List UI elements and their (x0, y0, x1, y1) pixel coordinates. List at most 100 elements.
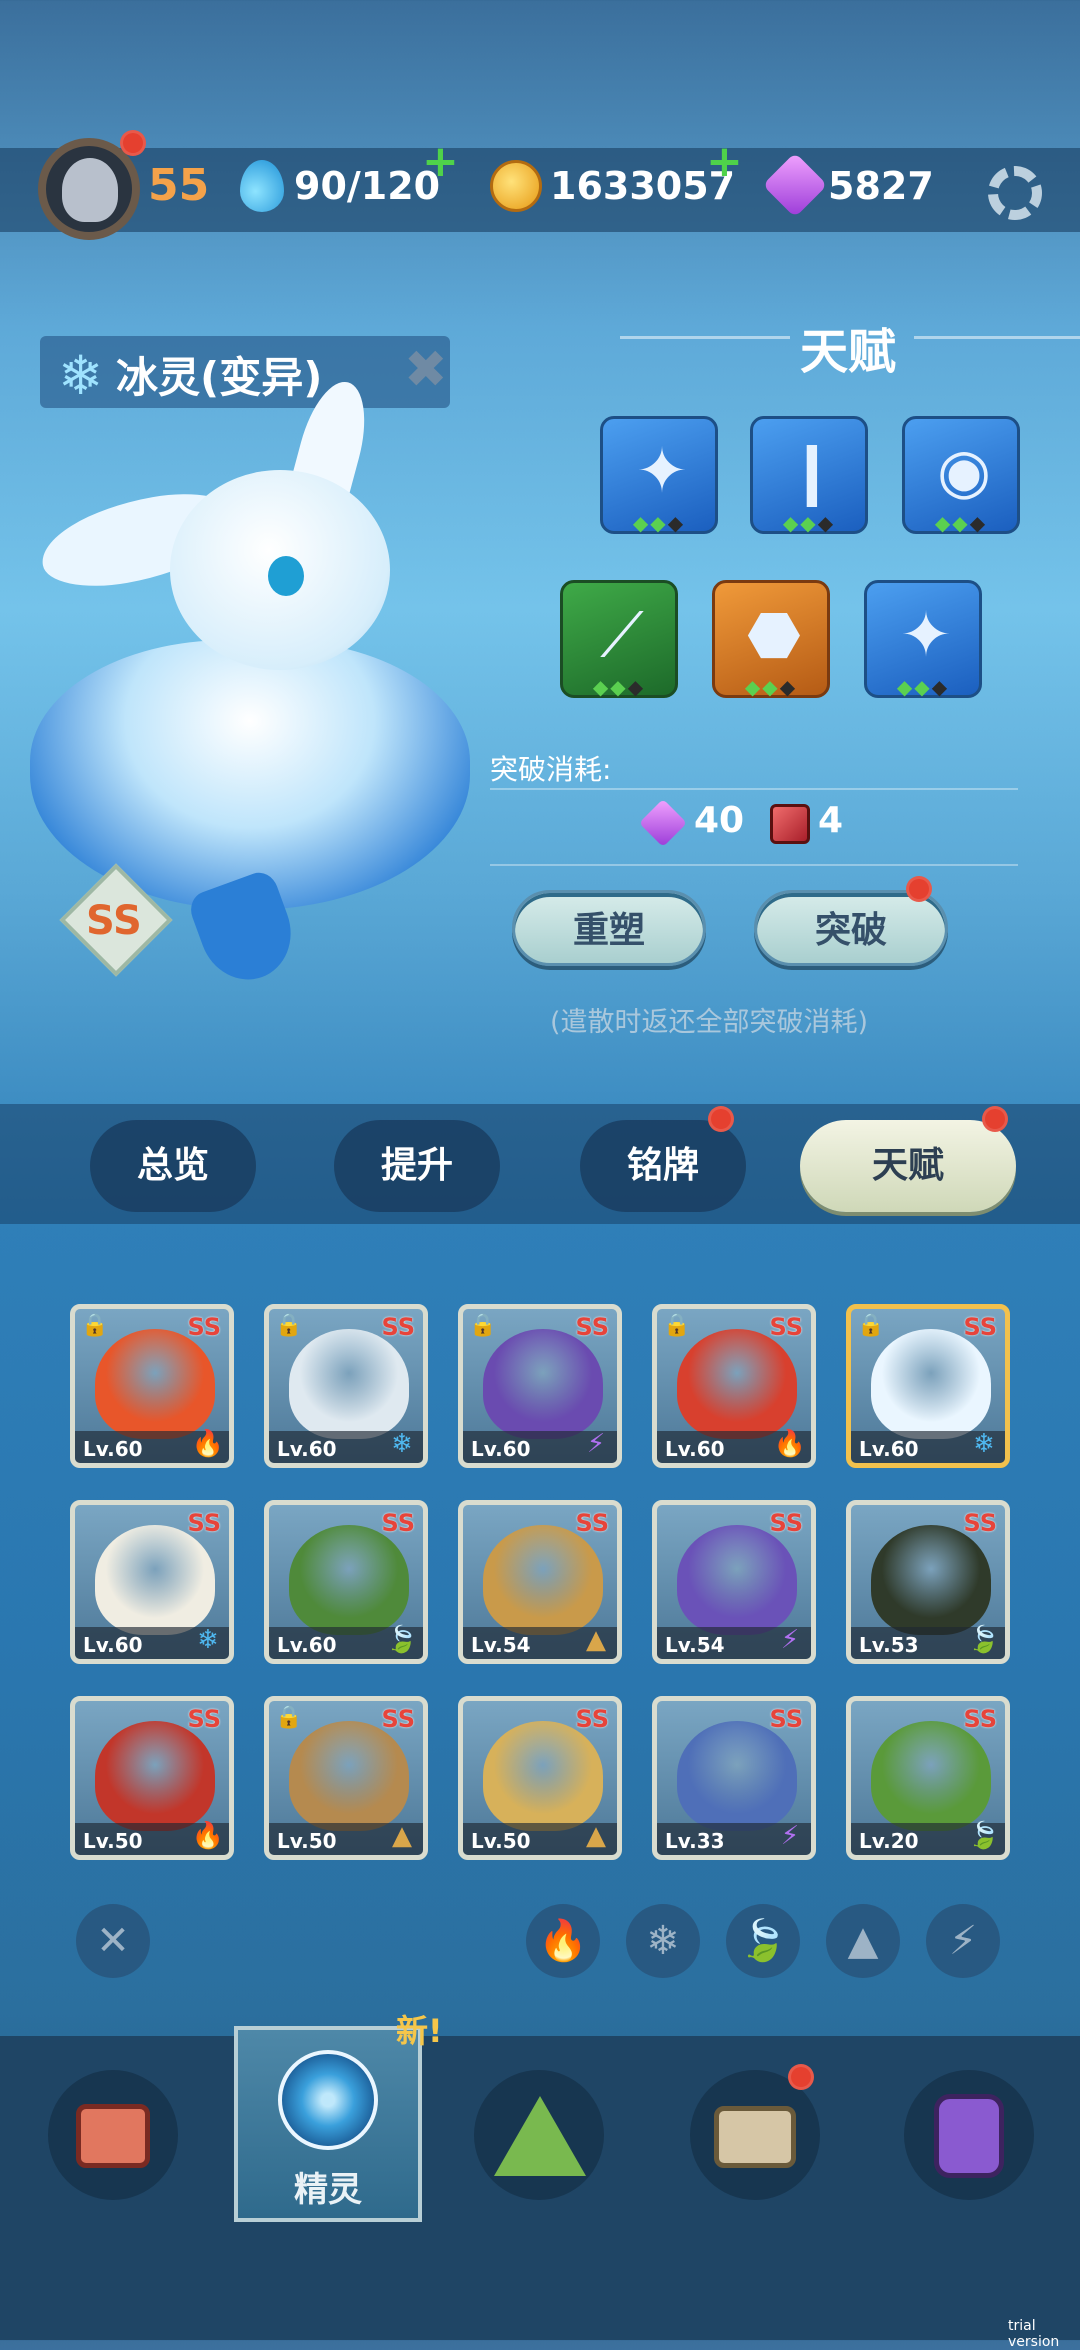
fire-icon: 🔥 (191, 1821, 225, 1851)
talent-skill-1[interactable]: ✦ ◆◆◆ (600, 416, 718, 535)
pet-level: Lv.54 (471, 1633, 531, 1657)
pet-portrait (483, 1721, 603, 1831)
tab-talent[interactable]: 天赋 (800, 1120, 1016, 1212)
pet-level: Lv.33 (665, 1829, 725, 1853)
map-pin-icon[interactable] (904, 2070, 1034, 2200)
claw-icon: ❙ (786, 434, 838, 507)
pet-card[interactable]: SS Lv.54 ▲ (458, 1500, 622, 1664)
cost-gems-value: 40 (694, 800, 745, 841)
new-tag: 新! (396, 2012, 443, 2050)
rank-label: SS (187, 1705, 222, 1733)
close-icon[interactable]: ✕ (76, 1904, 150, 1978)
pet-card[interactable]: SS Lv.33 ⚡ (652, 1696, 816, 1860)
tab-upgrade[interactable]: 提升 (334, 1120, 500, 1212)
pet-card[interactable]: 🔒 SS Lv.50 ▲ (264, 1696, 428, 1860)
skill-level-pips: ◆◆◆ (934, 511, 988, 535)
watermark: trial version (1008, 2318, 1060, 2350)
pet-portrait (95, 1525, 215, 1635)
cost-books-value: 4 (818, 800, 844, 841)
tab-badge[interactable]: 铭牌 (580, 1120, 746, 1212)
pet-card[interactable]: 🔒 SS Lv.60 ❄ (264, 1304, 428, 1468)
rank-label: SS (381, 1509, 416, 1537)
skill-level-pips: ◆◆◆ (632, 511, 686, 535)
rank-label: SS (963, 1705, 998, 1733)
breakthrough-notification-dot (906, 876, 932, 902)
map-pin-icon-shape (934, 2094, 1004, 2178)
mountain-icon[interactable] (474, 2070, 604, 2200)
badge-notification-dot (708, 1106, 734, 1132)
rank-label: SS (769, 1705, 804, 1733)
rank-label: SS (769, 1313, 804, 1341)
skill-level-pips: ◆◆◆ (782, 511, 836, 535)
pet-card[interactable]: SS Lv.50 ▲ (458, 1696, 622, 1860)
pet-card[interactable]: SS Lv.50 🔥 (70, 1696, 234, 1860)
title-decoration-left (620, 336, 790, 339)
divider (490, 788, 1018, 790)
fire-icon[interactable]: 🔥 (526, 1904, 600, 1978)
pet-portrait (289, 1721, 409, 1831)
pet-level: Lv.60 (83, 1437, 143, 1461)
close-icon[interactable]: ✖ (404, 340, 448, 400)
pet-card[interactable]: 🔒 SS Lv.60 🔥 (70, 1304, 234, 1468)
ice-icon[interactable]: ❄ (626, 1904, 700, 1978)
skill-level-pips: ◆◆◆ (744, 675, 798, 699)
talent-skill-2[interactable]: ❙ ◆◆◆ (750, 416, 868, 535)
gem-value: 5827 (828, 164, 934, 208)
earth-icon: ▲ (586, 1821, 606, 1851)
ruby-icon: ⬣ (746, 598, 802, 671)
dismiss-refund-note: (遣散时返还全部突破消耗) (550, 1007, 869, 1038)
pet-level: Lv.60 (859, 1437, 919, 1461)
talent-skill-6[interactable]: ✦ ◆◆◆ (864, 580, 982, 699)
lock-icon: 🔒 (81, 1313, 109, 1338)
skill-level-pips: ◆◆◆ (896, 675, 950, 699)
pet-portrait (483, 1525, 603, 1635)
pet-eye (268, 556, 304, 596)
pet-card[interactable]: 🔒 SS Lv.60 ⚡ (458, 1304, 622, 1468)
pet-level: Lv.20 (859, 1829, 919, 1853)
earth-icon[interactable]: ▲ (826, 1904, 900, 1978)
pet-name: 冰灵(变异) (116, 353, 323, 402)
pet-card[interactable]: SS Lv.54 ⚡ (652, 1500, 816, 1664)
gem-icon (638, 798, 688, 848)
nav-pet-label: 精灵 (294, 2170, 362, 2210)
pet-portrait (677, 1721, 797, 1831)
pet-level: Lv.50 (471, 1829, 531, 1853)
pet-card[interactable]: SS Lv.60 🍃 (264, 1500, 428, 1664)
pet-card[interactable]: 🔒 SS Lv.60 🔥 (652, 1304, 816, 1468)
pet-portrait (289, 1329, 409, 1439)
ice-icon: ❄ (197, 1625, 219, 1655)
pet-portrait (483, 1329, 603, 1439)
thunder-icon[interactable]: ⚡ (926, 1904, 1000, 1978)
fire-icon: 🔥 (191, 1429, 225, 1459)
talent-notification-dot (982, 1106, 1008, 1132)
pet-portrait (871, 1329, 991, 1439)
pet-portrait (677, 1329, 797, 1439)
avatar-notification-dot (120, 130, 146, 156)
talent-skill-4[interactable]: ⟋ ◆◆◆ (560, 580, 678, 699)
pet-card[interactable]: 🔒 SS Lv.60 ❄ (846, 1304, 1010, 1468)
rank-label: SS (381, 1313, 416, 1341)
screen-icon[interactable] (48, 2070, 178, 2200)
lock-icon: 🔒 (857, 1313, 885, 1338)
pet-portrait (95, 1329, 215, 1439)
chest-notification-dot (788, 2064, 814, 2090)
rank-label: SS (187, 1313, 222, 1341)
earth-icon: ▲ (586, 1625, 606, 1655)
add-stamina-button[interactable]: + (422, 136, 459, 187)
gear-icon[interactable] (988, 166, 1042, 220)
pet-card[interactable]: SS Lv.53 🍃 (846, 1500, 1010, 1664)
rank-label: SS (575, 1509, 610, 1537)
grass-icon[interactable]: 🍃 (726, 1904, 800, 1978)
ice-icon: ❄ (973, 1429, 995, 1459)
reshape-button[interactable]: 重塑 (512, 890, 706, 966)
talent-skill-3[interactable]: ◉ ◆◆◆ (902, 416, 1020, 535)
grass-icon: 🍃 (385, 1625, 419, 1655)
pet-card[interactable]: SS Lv.60 ❄ (70, 1500, 234, 1664)
talent-skill-5[interactable]: ⬣ ◆◆◆ (712, 580, 830, 699)
add-coin-button[interactable]: + (706, 136, 743, 187)
pet-level: Lv.50 (277, 1829, 337, 1853)
tab-overview[interactable]: 总览 (90, 1120, 256, 1212)
pet-level: Lv.60 (277, 1437, 337, 1461)
pet-card[interactable]: SS Lv.20 🍃 (846, 1696, 1010, 1860)
sparkle-icon: ✦ (900, 598, 952, 671)
